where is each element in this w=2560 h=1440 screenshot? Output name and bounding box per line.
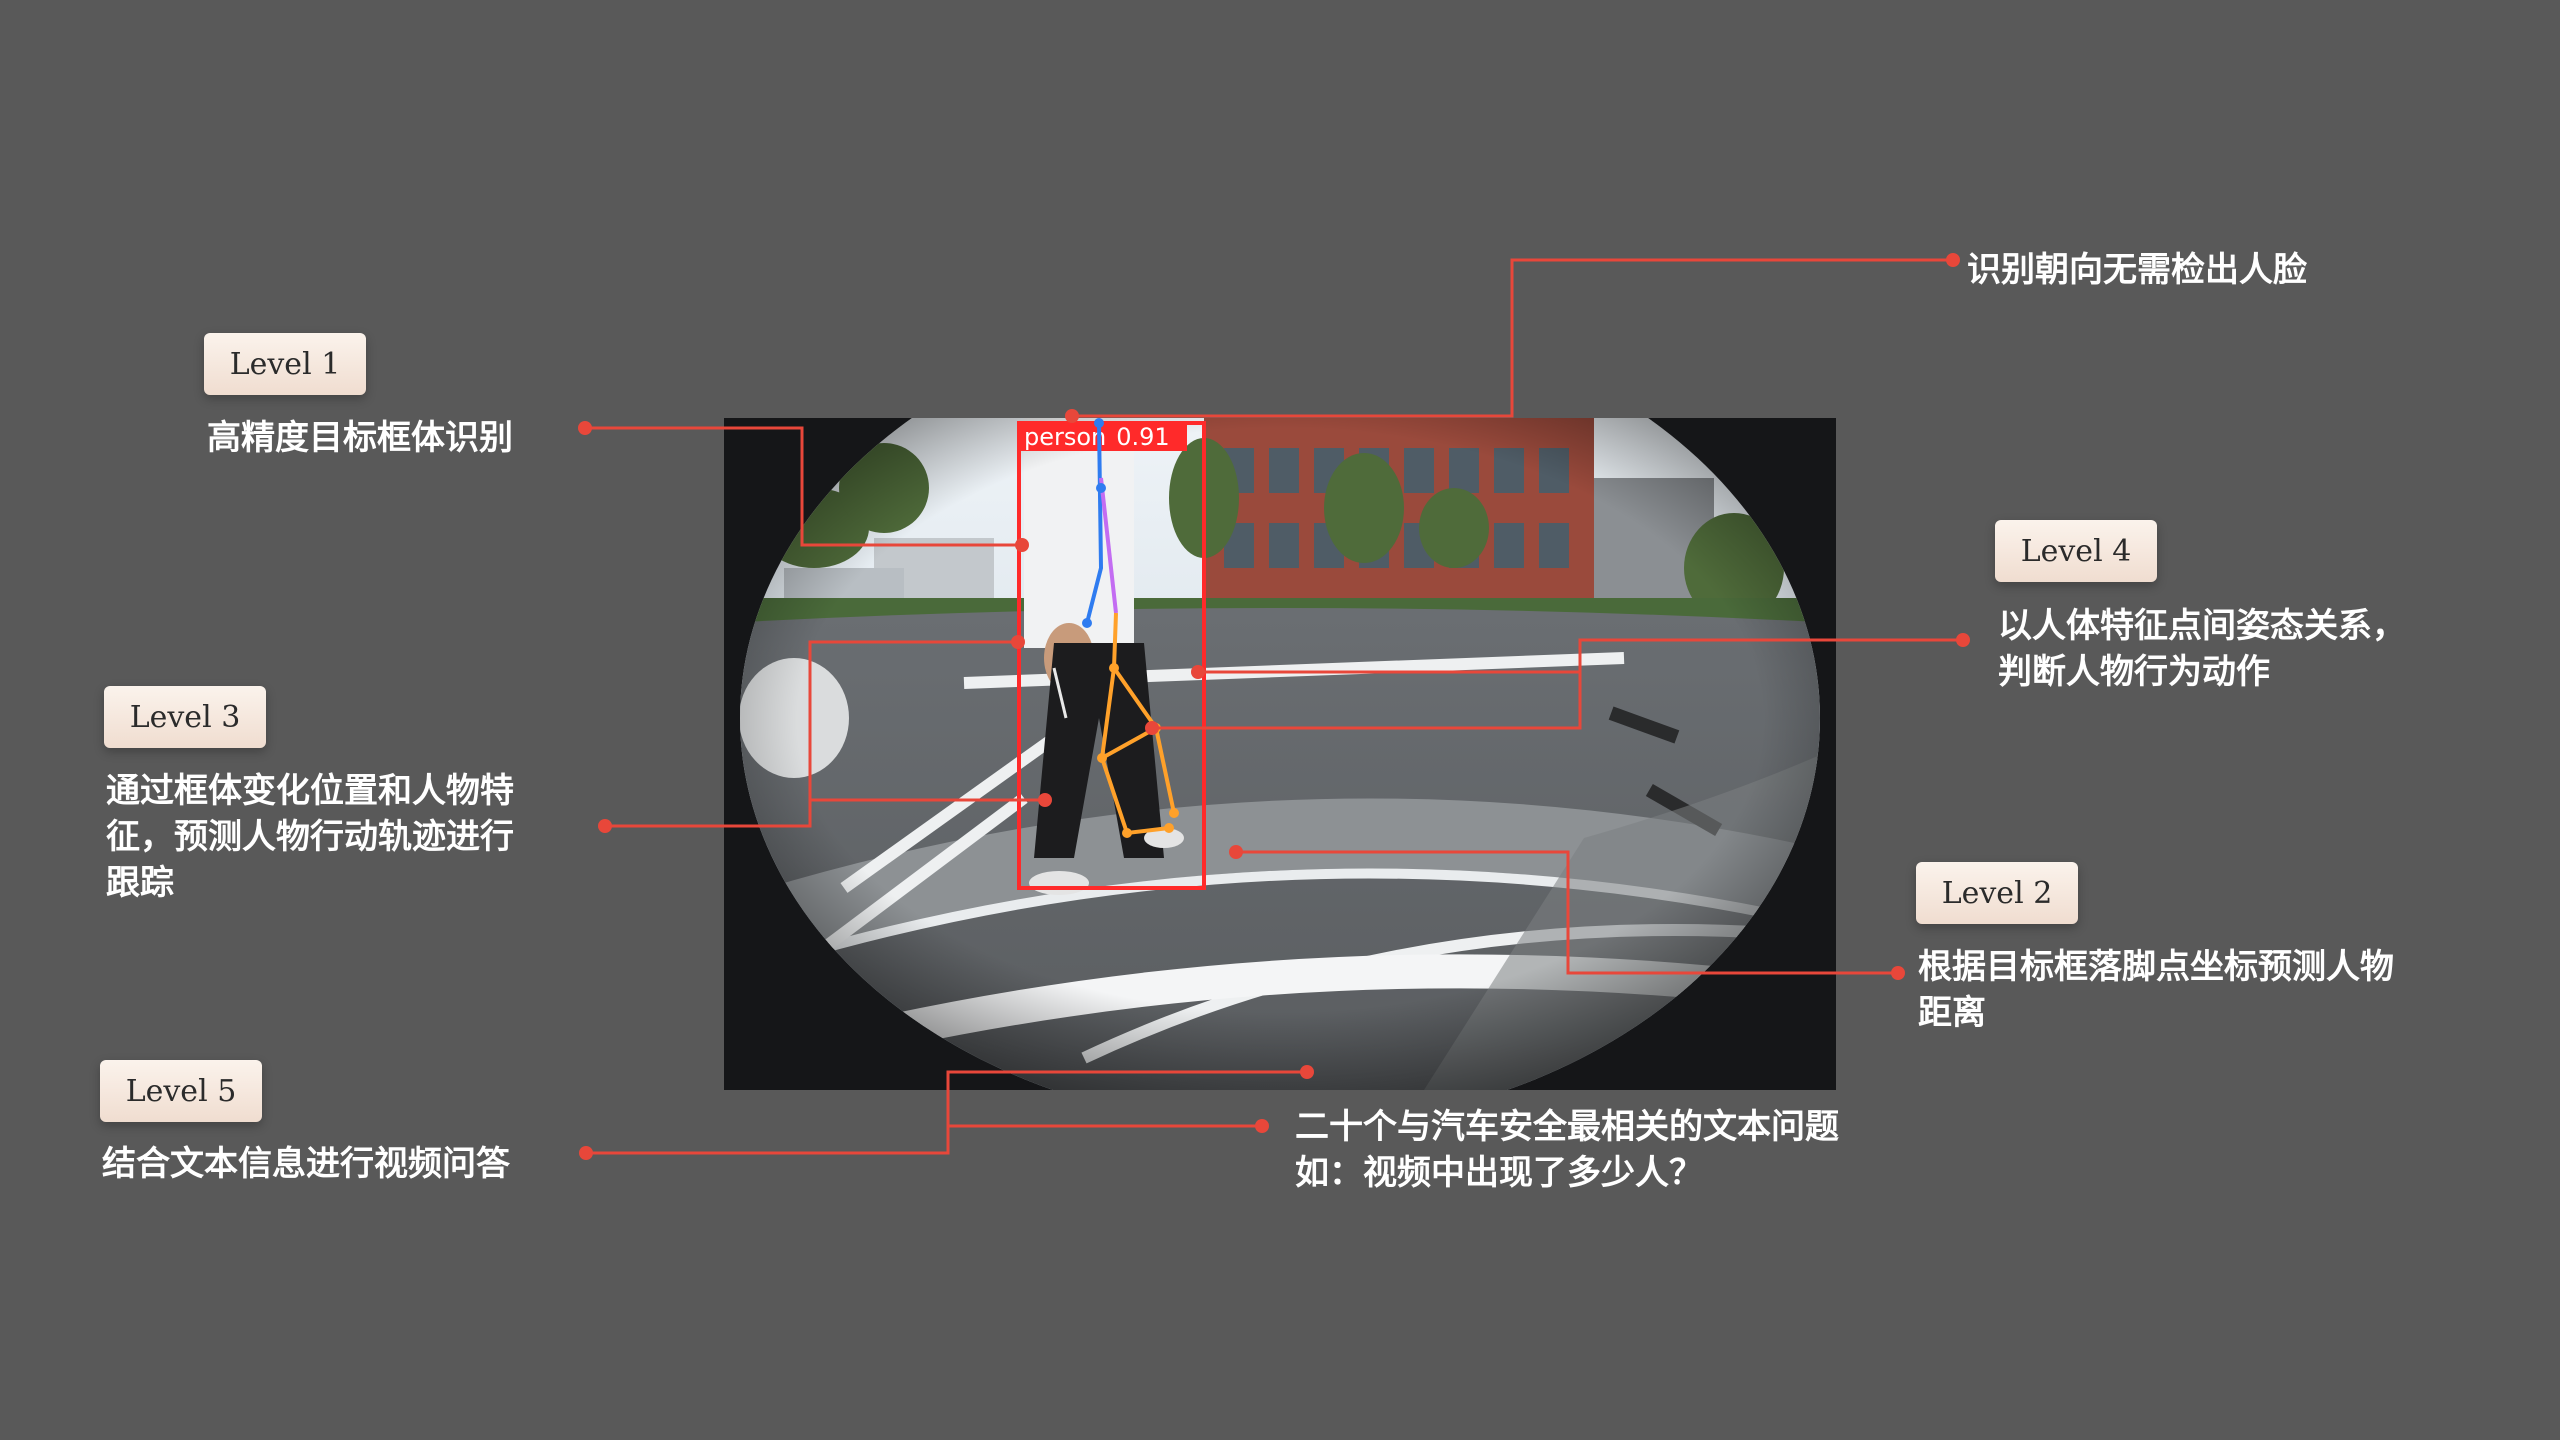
level-5-caption: 结合文本信息进行视频问答 (102, 1144, 510, 1184)
anchor-dot (1956, 633, 1970, 647)
level-3-caption: 通过框体变化位置和人物特 征，预测人物行动轨迹进行 跟踪 (106, 771, 514, 903)
level-2-caption: 根据目标框落脚点坐标预测人物 距离 (1918, 947, 2394, 1033)
level-4-caption: 以人体特征点间姿态关系， 判断人物行为动作 (1998, 606, 2406, 692)
level-2-badge: Level 2 (1916, 862, 2078, 924)
anchor-dot (1300, 1065, 1314, 1079)
orientation-note: 识别朝向无需检出人脸 (1967, 250, 2307, 290)
anchor-dot (1191, 665, 1205, 679)
level-5-badge: Level 5 (100, 1060, 262, 1122)
anchor-dot (1015, 538, 1029, 552)
leader-lines (578, 253, 1970, 1160)
anchor-dot (1255, 1119, 1269, 1133)
level-1-badge: Level 1 (204, 333, 366, 395)
anchor-dot (1145, 721, 1159, 735)
anchor-dot (578, 421, 592, 435)
anchor-dot (579, 1146, 593, 1160)
qa-note: 二十个与汽车安全最相关的文本问题 如：视频中出现了多少人？ (1295, 1107, 1839, 1193)
level-4-badge: Level 4 (1995, 520, 2157, 582)
anchor-dot (1065, 409, 1079, 423)
level-1-caption: 高精度目标框体识别 (207, 418, 513, 458)
anchor-dot (1946, 253, 1960, 267)
anchor-dot (598, 819, 612, 833)
level-3-badge: Level 3 (104, 686, 266, 748)
anchor-dot (1229, 845, 1243, 859)
anchor-dot (1011, 635, 1025, 649)
anchor-dot (1038, 793, 1052, 807)
anchor-dot (1891, 966, 1905, 980)
